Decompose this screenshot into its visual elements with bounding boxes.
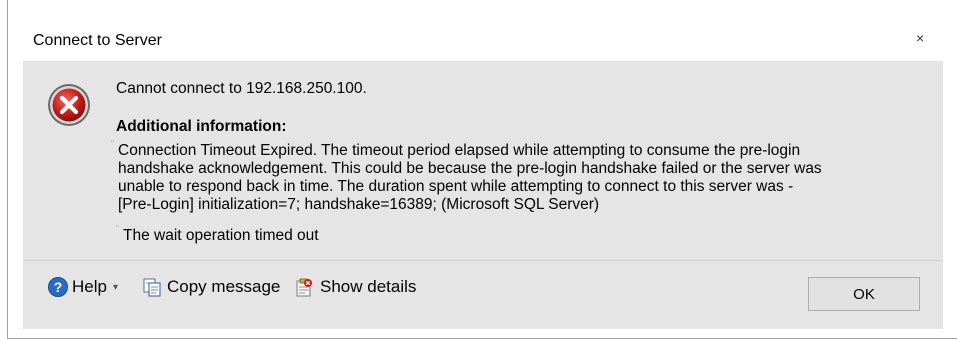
show-details-button[interactable]: Show details bbox=[294, 277, 416, 297]
inner-error-details: The wait operation timed out bbox=[123, 227, 319, 244]
footer-divider bbox=[23, 260, 943, 261]
copy-icon bbox=[143, 278, 161, 297]
tree-bullet: ¨ bbox=[116, 224, 119, 234]
show-details-icon bbox=[296, 278, 312, 297]
copy-message-label: Copy message bbox=[167, 277, 281, 296]
dialog-content: Cannot connect to 192.168.250.100. Addit… bbox=[23, 61, 943, 329]
chevron-down-icon: ▾ bbox=[112, 281, 118, 293]
show-details-label: Show details bbox=[320, 277, 417, 296]
error-icon bbox=[48, 84, 90, 126]
tree-bullet: ¨ bbox=[111, 139, 114, 149]
error-details: Connection Timeout Expired. The timeout … bbox=[118, 142, 822, 213]
help-button[interactable]: ? Help ▾ bbox=[48, 277, 118, 297]
copy-message-button[interactable]: Copy message bbox=[142, 277, 280, 297]
title-bar: Connect to Server × bbox=[8, 0, 957, 60]
error-message: Cannot connect to 192.168.250.100. bbox=[116, 80, 367, 97]
dialog-window: Connect to Server × Cannot connect to 19… bbox=[7, 0, 957, 339]
help-icon: ? bbox=[48, 277, 68, 297]
svg-text:?: ? bbox=[54, 279, 63, 295]
dialog-title: Connect to Server bbox=[33, 32, 162, 49]
ok-button[interactable]: OK bbox=[808, 277, 920, 311]
close-button[interactable]: × bbox=[916, 30, 924, 46]
help-label: Help bbox=[72, 277, 107, 296]
additional-info-heading: Additional information: bbox=[116, 118, 287, 135]
